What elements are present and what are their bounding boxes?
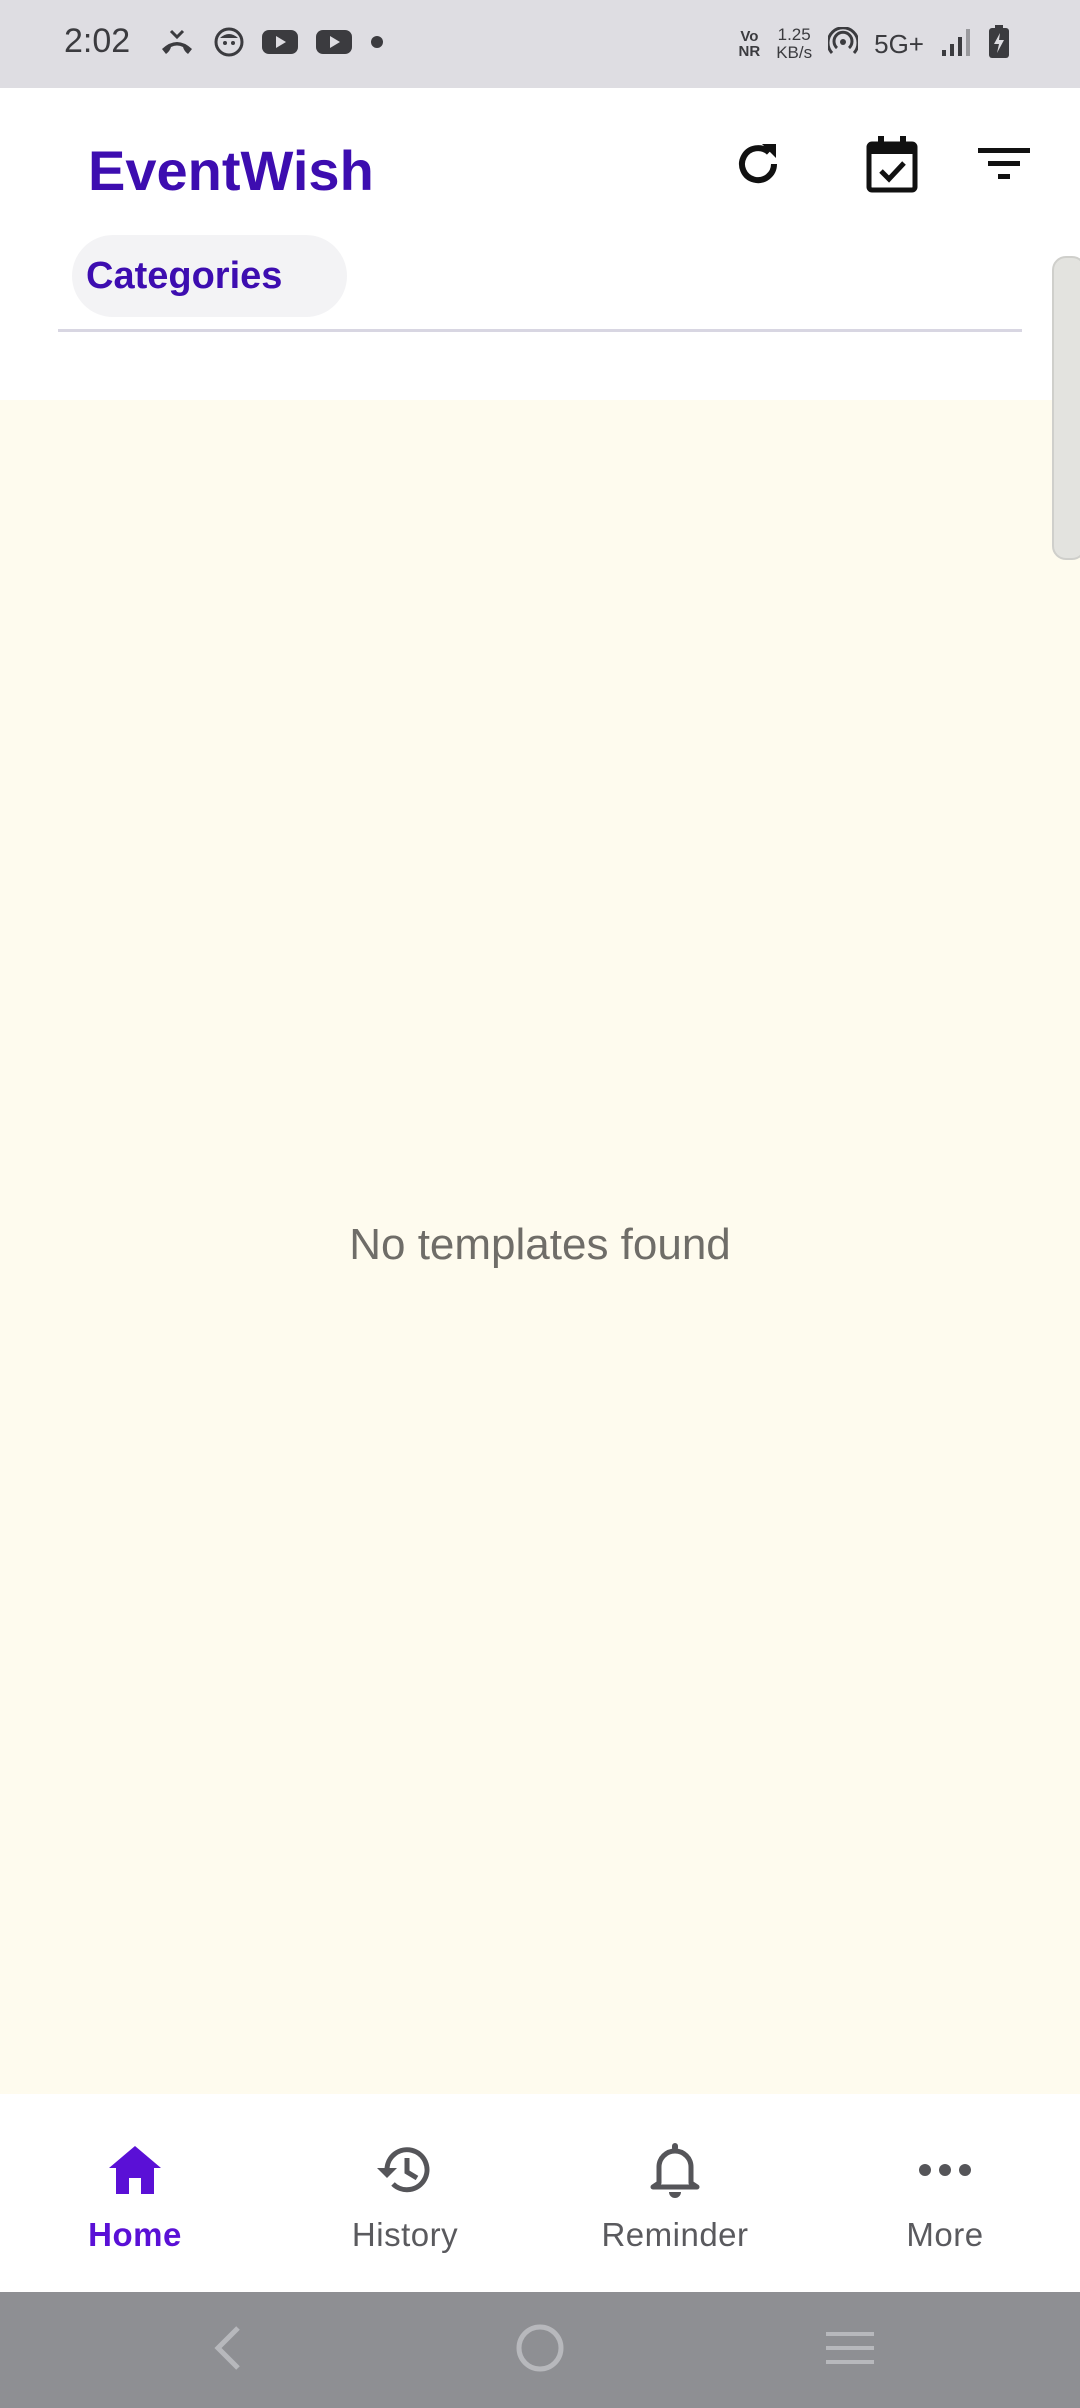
system-status-icons: Vo NR 1.25 KB/s 5G+ — [739, 20, 1010, 68]
signal-icon — [940, 26, 972, 63]
vonr-indicator: Vo NR — [738, 28, 761, 60]
nav-item-more[interactable]: More — [810, 2094, 1080, 2292]
network-speed: 1.25 KB/s — [776, 25, 813, 62]
bottom-navigation: Home History Reminder More — [0, 2094, 1080, 2292]
scroll-handle[interactable] — [1052, 256, 1080, 560]
nav-item-home[interactable]: Home — [0, 2094, 270, 2292]
filter-icon — [976, 140, 1032, 193]
youtube-icon — [316, 28, 352, 61]
refresh-button[interactable] — [722, 130, 794, 202]
system-recents-button[interactable] — [820, 2320, 880, 2380]
nav-item-history[interactable]: History — [270, 2094, 540, 2292]
app-title: EventWish — [88, 139, 374, 202]
calendar-button[interactable] — [856, 130, 928, 202]
bell-icon — [643, 2138, 707, 2202]
app-bar: EventWish Categories — [0, 88, 1080, 400]
nav-label-history: History — [351, 2216, 459, 2253]
history-icon — [373, 2138, 437, 2202]
hotspot-icon — [826, 25, 860, 62]
more-icon — [913, 2138, 977, 2202]
system-navigation-bar — [0, 2292, 1080, 2408]
back-chevron-icon — [208, 2324, 248, 2377]
face-app-icon — [214, 27, 244, 62]
templates-content: No templates found — [0, 400, 1080, 2094]
missed-call-icon — [158, 27, 196, 62]
nav-label-reminder: Reminder — [601, 2216, 749, 2253]
home-circle-icon — [514, 2322, 566, 2379]
filter-button[interactable] — [968, 130, 1040, 202]
status-bar: 2:02 Vo NR 1.25 KB/s 5G+ — [0, 0, 1080, 88]
nav-item-reminder[interactable]: Reminder — [540, 2094, 810, 2292]
system-back-button[interactable] — [198, 2320, 258, 2380]
battery-charging-icon — [988, 24, 1010, 64]
status-time: 2:02 — [64, 22, 131, 60]
categories-chip[interactable]: Categories — [72, 235, 347, 317]
more-notifications-dot-icon — [370, 35, 384, 54]
system-home-button[interactable] — [510, 2320, 570, 2380]
calendar-check-icon — [864, 134, 920, 199]
categories-chip-label: Categories — [86, 254, 283, 297]
nav-label-home: Home — [88, 2216, 182, 2253]
notification-icons — [158, 26, 384, 62]
tab-divider — [58, 329, 1022, 332]
home-icon — [103, 2138, 167, 2202]
nav-label-more: More — [906, 2216, 984, 2253]
screen: 2:02 Vo NR 1.25 KB/s 5G+ EventWish Categ… — [0, 0, 1080, 2408]
empty-state-message: No templates found — [349, 1220, 731, 1269]
network-type: 5G+ — [874, 28, 924, 59]
refresh-icon — [730, 136, 786, 197]
youtube-icon — [262, 28, 298, 61]
recents-menu-icon — [824, 2328, 876, 2373]
